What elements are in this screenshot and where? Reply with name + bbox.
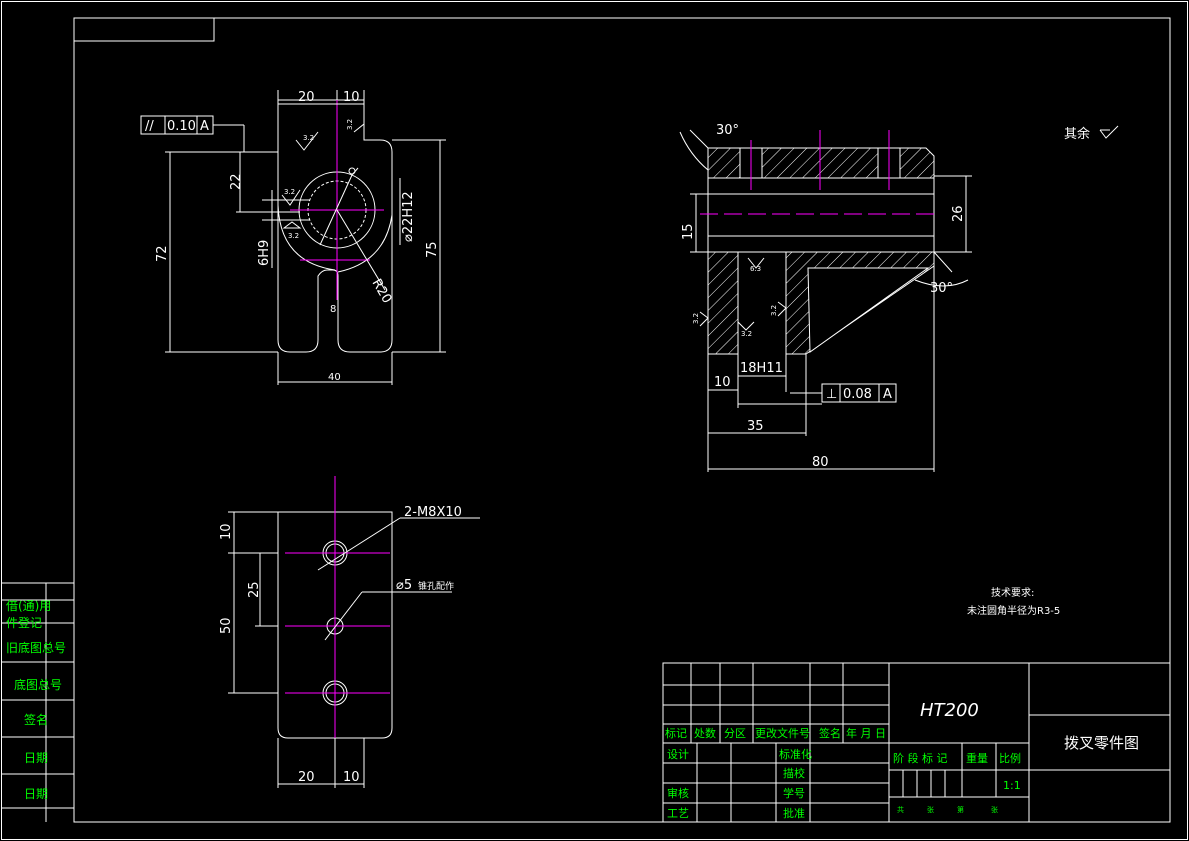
dim-10-side: 10: [714, 375, 731, 390]
dim-50: 50: [219, 617, 234, 634]
header-doc: 更改文件号: [755, 726, 810, 740]
label-design: 设计: [667, 748, 689, 761]
label-student-id: 学号: [783, 786, 805, 800]
dim-r20: R20: [369, 277, 395, 307]
top-view: [228, 476, 480, 788]
angle-bottom: 30°: [930, 281, 953, 296]
dim-15: 15: [681, 223, 696, 240]
dim-8: 8: [330, 304, 336, 315]
tech-requirements-title: 技术要求:: [991, 586, 1034, 599]
drawing-name: 拨叉零件图: [1064, 734, 1139, 752]
rough-front-1: 3.2: [303, 134, 314, 142]
dim-18h11: 18H11: [740, 361, 783, 376]
label-process: 工艺: [667, 807, 689, 820]
strip-label-7: 日期: [24, 787, 48, 801]
rough-side-4: 3.2: [741, 330, 752, 338]
header-sign: 签名: [819, 726, 841, 740]
tol2-value: 0.08: [843, 387, 872, 402]
dim-22: 22: [229, 173, 244, 190]
dim-top-10v: 10: [219, 523, 234, 540]
dim-35: 35: [747, 419, 764, 434]
sheet-unit-2: 张: [991, 805, 998, 814]
label-review: 审核: [667, 786, 689, 800]
other-roughness-note: 其余: [1064, 126, 1090, 142]
callout-thread: 2-M8X10: [404, 505, 462, 520]
tol-symbol: //: [145, 119, 154, 134]
dim-72: 72: [155, 245, 170, 262]
rough-side-2: 3.2: [692, 313, 700, 324]
strip-label-1: 借(通)用: [6, 599, 51, 613]
strip-label-6: 日期: [24, 751, 48, 765]
label-approve: 批准: [783, 806, 805, 820]
strip-label-3: 旧底图总号: [6, 640, 66, 655]
dim-phi22h12: ⌀22H12: [401, 191, 416, 242]
callout-hole-note: 锥孔配作: [418, 580, 454, 592]
dim-top-20: 20: [298, 90, 315, 105]
tol2-symbol: ⊥: [826, 387, 837, 402]
side-view: [679, 129, 972, 472]
strip-label-5: 签名: [24, 712, 48, 727]
header-date: 年 月 日: [846, 726, 886, 740]
tech-requirements-line1: 未注圆角半径为R3-5: [967, 604, 1060, 617]
rough-front-3: 3.2: [284, 188, 295, 196]
angle-top: 30°: [716, 123, 739, 138]
strip-label-4: 底图总号: [14, 677, 62, 692]
label-stage: 阶 段 标 记: [893, 751, 948, 765]
inner-border: [73, 17, 1171, 823]
header-count: 处数: [694, 727, 716, 740]
dim-6h9: 6H9: [257, 240, 272, 266]
sheet-unit-1: 张: [927, 805, 934, 814]
dim-75: 75: [425, 241, 440, 258]
header-mark: 标记: [665, 726, 687, 740]
label-standard: 标准化: [779, 747, 812, 761]
rough-front-4: 3.2: [288, 232, 299, 240]
label-check: 描校: [783, 766, 805, 780]
strip-label-2: 件登记: [6, 615, 42, 630]
dim-top-10: 10: [343, 90, 360, 105]
label-weight: 重量: [966, 751, 988, 765]
sheet-number: 第: [957, 805, 964, 814]
dim-bottom-10: 10: [343, 770, 360, 785]
material-label: HT200: [920, 700, 979, 721]
rough-side-3: 3.2: [770, 305, 778, 316]
sheet-total: 共: [897, 805, 904, 814]
top-left-code-box: [73, 17, 215, 42]
tol2-datum: A: [883, 387, 892, 402]
dim-26: 26: [951, 205, 966, 222]
rough-front-2: 3.2: [346, 119, 354, 130]
scale-value: 1:1: [1003, 779, 1021, 792]
dim-25: 25: [247, 581, 262, 598]
roughness-symbol-icon: [1099, 125, 1119, 139]
rough-side-1: 6.3: [750, 265, 761, 273]
dim-40: 40: [328, 372, 341, 383]
callout-hole: ⌀5: [396, 578, 412, 593]
dim-bottom-20: 20: [298, 770, 315, 785]
dim-80: 80: [812, 455, 829, 470]
tol-datum: A: [200, 119, 209, 134]
header-zone: 分区: [724, 727, 746, 740]
cad-drawing: 借(通)用 件登记 旧底图总号 底图总号 签名 日期 日期 20 10 // 0…: [1, 1, 1188, 840]
tol-value: 0.10: [167, 119, 196, 134]
label-scale: 比例: [999, 751, 1021, 765]
